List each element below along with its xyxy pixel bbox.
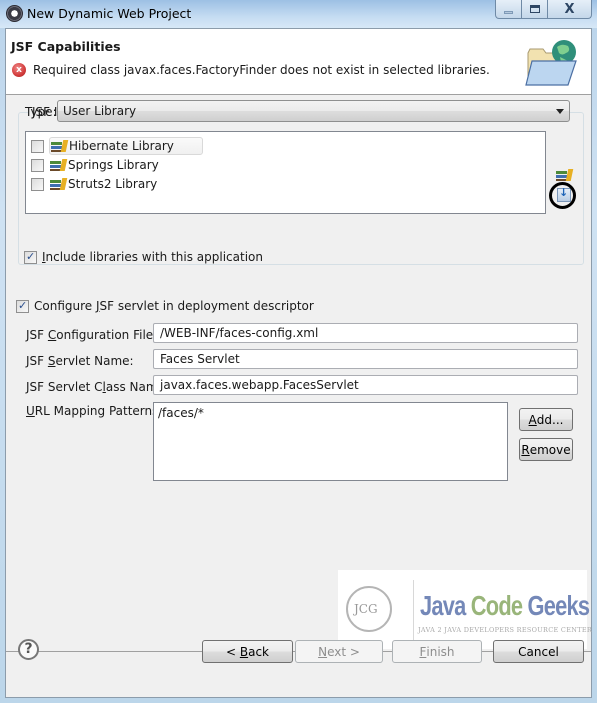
mnemonic: F	[419, 644, 427, 659]
library-name: Struts2 Library	[68, 177, 158, 191]
config-file-label: JSF Configuration File:	[26, 328, 157, 342]
eclipse-app-icon	[6, 5, 23, 22]
window-controls: X	[495, 0, 592, 19]
button-label: <	[225, 644, 240, 659]
mnemonic: U	[26, 404, 35, 418]
manage-libraries-icon[interactable]	[556, 169, 574, 183]
servlet-class-input[interactable]: javax.faces.webapp.FacesServlet	[153, 375, 578, 395]
label-text: Configure	[34, 299, 96, 313]
url-pattern-item[interactable]: /faces/*	[158, 406, 507, 420]
help-icon[interactable]: ?	[18, 639, 39, 660]
library-item-springs[interactable]: Springs Library	[31, 156, 161, 174]
library-checkbox-hibernate[interactable]	[31, 139, 44, 153]
library-name-wrap: Hibernate Library	[49, 137, 203, 155]
label-text: JSF Servlet C	[26, 380, 103, 394]
mnemonic: C	[47, 328, 57, 342]
library-icon	[51, 140, 69, 152]
mnemonic: N	[318, 644, 328, 659]
mnemonic: B	[239, 644, 249, 659]
close-icon: X	[564, 1, 575, 17]
highlight-circle-annotation	[549, 182, 576, 209]
url-mapping-label: URL Mapping Patterns:	[26, 404, 162, 418]
page-title: JSF Capabilities	[11, 39, 121, 54]
cancel-button[interactable]: Cancel	[493, 640, 584, 663]
back-button[interactable]: < Back	[202, 640, 293, 663]
library-name: Hibernate Library	[69, 139, 174, 153]
error-message: Required class javax.faces.FactoryFinder…	[33, 63, 490, 77]
library-checkbox-struts2[interactable]	[31, 177, 44, 191]
include-libraries-checkbox[interactable]	[24, 250, 37, 264]
library-name-wrap: Struts2 Library	[49, 175, 159, 193]
configure-servlet-row[interactable]: Configure JSF servlet in deployment desc…	[16, 299, 314, 313]
type-label: Type:	[25, 105, 57, 119]
logo-tagline: JAVA 2 JAVA DEVELOPERS RESOURCE CENTER	[418, 626, 593, 634]
logo-word: Code	[470, 590, 523, 621]
library-name: Springs Library	[68, 158, 159, 172]
dialog-client-area: JSF Capabilities x Required class javax.…	[5, 28, 592, 698]
logo-text: Java Code Geeks	[420, 590, 590, 622]
button-label: inish	[426, 644, 455, 659]
label-text: nclude libraries with this application	[45, 250, 263, 264]
minimize-button[interactable]	[495, 0, 522, 19]
wizard-header: JSF Capabilities x Required class javax.…	[6, 29, 591, 95]
include-libraries-label: Include libraries with this application	[42, 250, 263, 264]
library-type-value: User Library	[63, 104, 137, 118]
label-text: onfiguration File:	[56, 328, 158, 342]
include-libraries-row[interactable]: Include libraries with this application	[24, 250, 263, 264]
finish-button[interactable]: Finish	[392, 640, 482, 663]
config-file-input[interactable]: /WEB-INF/faces-config.xml	[153, 323, 578, 343]
dialog-window: New Dynamic Web Project X JSF Capabiliti…	[0, 0, 597, 703]
label-text: JSF	[26, 354, 48, 368]
maximize-icon	[529, 5, 540, 13]
folder-globe-icon	[525, 40, 577, 86]
logo-divider	[413, 580, 414, 640]
mnemonic: R	[521, 442, 530, 457]
library-icon	[50, 178, 68, 190]
servlet-class-label: JSF Servlet Class Name:	[26, 380, 169, 394]
logo-mark: JCG	[354, 602, 378, 616]
configure-servlet-checkbox[interactable]	[16, 299, 29, 313]
window-title: New Dynamic Web Project	[27, 6, 192, 21]
remove-pattern-button[interactable]: Remove	[519, 438, 573, 461]
label-text: SF servlet in deployment descriptor	[99, 299, 314, 313]
close-button[interactable]: X	[548, 0, 592, 19]
label-text: JSF	[26, 328, 48, 342]
mnemonic: A	[528, 412, 537, 427]
servlet-name-input[interactable]: Faces Servlet	[153, 349, 578, 369]
servlet-name-label: JSF Servlet Name:	[26, 354, 134, 368]
label-text: ervlet Name:	[55, 354, 134, 368]
library-name-wrap: Springs Library	[49, 156, 161, 174]
library-type-select[interactable]: User Library	[57, 100, 570, 122]
error-icon: x	[12, 63, 26, 77]
button-label: ack	[248, 644, 269, 659]
mnemonic: S	[47, 354, 56, 368]
add-pattern-button[interactable]: Add...	[519, 408, 573, 431]
minimize-icon	[504, 10, 513, 14]
title-bar[interactable]: New Dynamic Web Project X	[0, 0, 597, 28]
configure-servlet-label: Configure JSF servlet in deployment desc…	[34, 299, 314, 313]
library-item-hibernate[interactable]: Hibernate Library	[31, 137, 203, 155]
library-list[interactable]: Hibernate Library Springs Library Struts…	[25, 131, 546, 214]
logo-word: Geeks	[527, 590, 590, 621]
watermark-logo: JCG Java Code Geeks JAVA 2 JAVA DEVELOPE…	[338, 570, 592, 649]
next-button[interactable]: Next >	[295, 640, 383, 663]
maximize-button[interactable]	[522, 0, 548, 19]
button-label: dd...	[536, 412, 564, 427]
library-item-struts2[interactable]: Struts2 Library	[31, 175, 159, 193]
url-mapping-list[interactable]: /faces/*	[153, 402, 508, 481]
chevron-down-icon	[556, 109, 564, 114]
library-icon	[50, 159, 68, 171]
library-checkbox-springs[interactable]	[31, 158, 44, 172]
button-label: ext >	[327, 644, 360, 659]
label-text: RL Mapping Patterns:	[34, 404, 163, 418]
logo-word: Java	[420, 590, 466, 621]
button-label: emove	[529, 442, 571, 457]
